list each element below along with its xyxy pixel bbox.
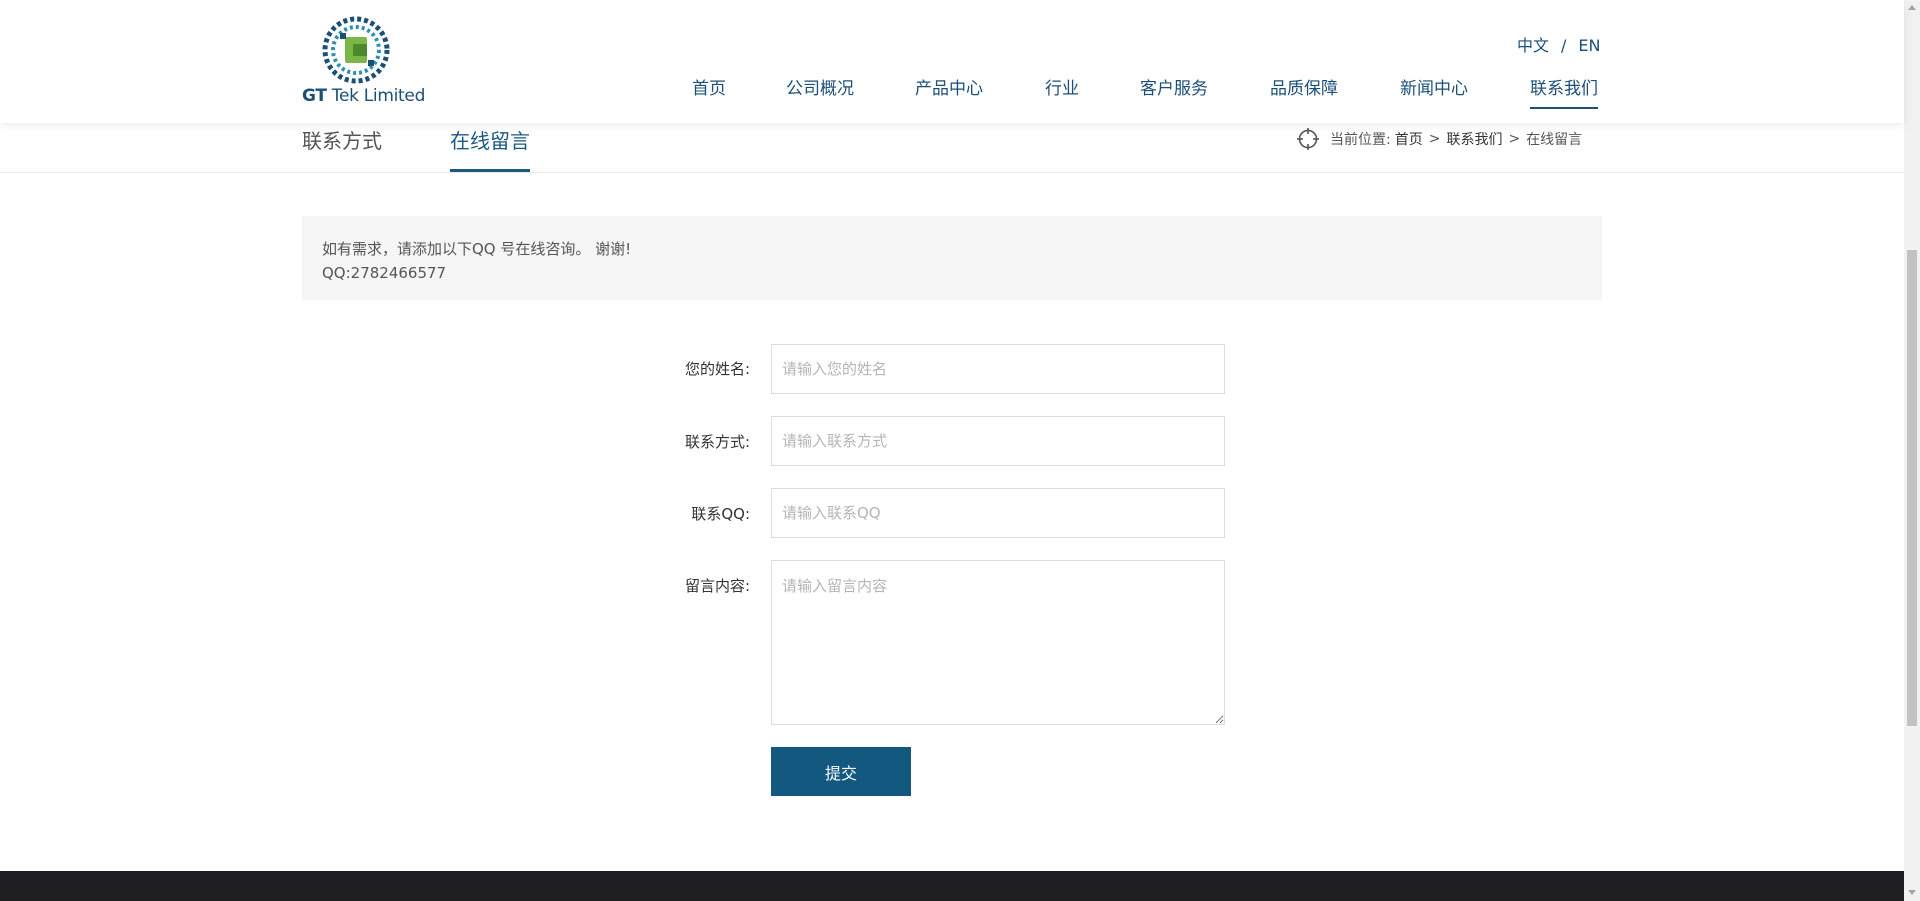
site-header: GT Tek Limited 中文 / EN 首页 公司概况 产品中心 行业 客户服…: [0, 0, 1904, 123]
qq-notice-box: 如有需求，请添加以下QQ 号在线咨询。 谢谢! QQ:2782466577: [302, 216, 1602, 300]
notice-qq-number: QQ:2782466577: [322, 264, 447, 282]
message-textarea[interactable]: [771, 560, 1225, 725]
page-scrollbar[interactable]: [1904, 0, 1920, 901]
scrollbar-thumb[interactable]: [1907, 250, 1917, 726]
name-label: 您的姓名:: [684, 360, 750, 378]
qq-label: 联系QQ:: [691, 505, 750, 523]
nav-item-news[interactable]: 新闻中心: [1400, 74, 1468, 99]
logo[interactable]: GT Tek Limited: [300, 16, 425, 108]
nav-item-contact[interactable]: 联系我们: [1530, 74, 1598, 109]
tab-online-message[interactable]: 在线留言: [450, 125, 530, 172]
language-switcher: 中文 / EN: [1517, 32, 1600, 56]
logo-text: GT Tek Limited: [302, 86, 426, 106]
name-input[interactable]: [771, 344, 1225, 394]
crosshair-icon: [1297, 128, 1319, 150]
breadcrumb-prefix: 当前位置:: [1330, 132, 1391, 148]
breadcrumb-current: 在线留言: [1526, 132, 1583, 148]
message-label: 留言内容:: [684, 577, 750, 595]
scroll-down-arrow-icon[interactable]: [1908, 890, 1916, 895]
breadcrumb-home[interactable]: 首页: [1395, 129, 1423, 149]
lang-zh-link[interactable]: 中文: [1517, 32, 1549, 56]
lang-en-link[interactable]: EN: [1578, 36, 1600, 55]
nav-item-customer-service[interactable]: 客户服务: [1140, 74, 1208, 99]
notice-line-1: 如有需求，请添加以下QQ 号在线咨询。 谢谢!: [322, 240, 632, 258]
page: GT Tek Limited 中文 / EN 首页 公司概况 产品中心 行业 客户服…: [0, 0, 1920, 901]
tab-contact-info[interactable]: 联系方式: [302, 125, 382, 154]
nav-item-products[interactable]: 产品中心: [915, 74, 983, 99]
nav-item-company[interactable]: 公司概况: [786, 74, 854, 99]
breadcrumb-contact[interactable]: 联系我们: [1446, 129, 1502, 149]
sub-navigation-bar: 联系方式 在线留言 当前位置: 首页 > 联系我们 > 在线留言: [0, 123, 1904, 173]
qq-input[interactable]: [771, 488, 1225, 538]
contact-label: 联系方式:: [684, 433, 750, 451]
site-footer: [0, 871, 1904, 901]
nav-item-quality[interactable]: 品质保障: [1270, 74, 1338, 99]
breadcrumb-arrow: >: [1428, 131, 1441, 147]
nav-item-industry[interactable]: 行业: [1045, 74, 1079, 99]
lang-separator: /: [1561, 36, 1567, 55]
scroll-up-arrow-icon[interactable]: [1908, 5, 1916, 10]
logo-mark-icon: [322, 16, 390, 84]
nav-item-home[interactable]: 首页: [692, 74, 726, 99]
breadcrumb-arrow: >: [1508, 131, 1521, 147]
submit-button[interactable]: 提交: [771, 747, 911, 796]
breadcrumb: 当前位置: 首页 > 联系我们 > 在线留言: [1296, 127, 1586, 151]
contact-input[interactable]: [771, 416, 1225, 466]
